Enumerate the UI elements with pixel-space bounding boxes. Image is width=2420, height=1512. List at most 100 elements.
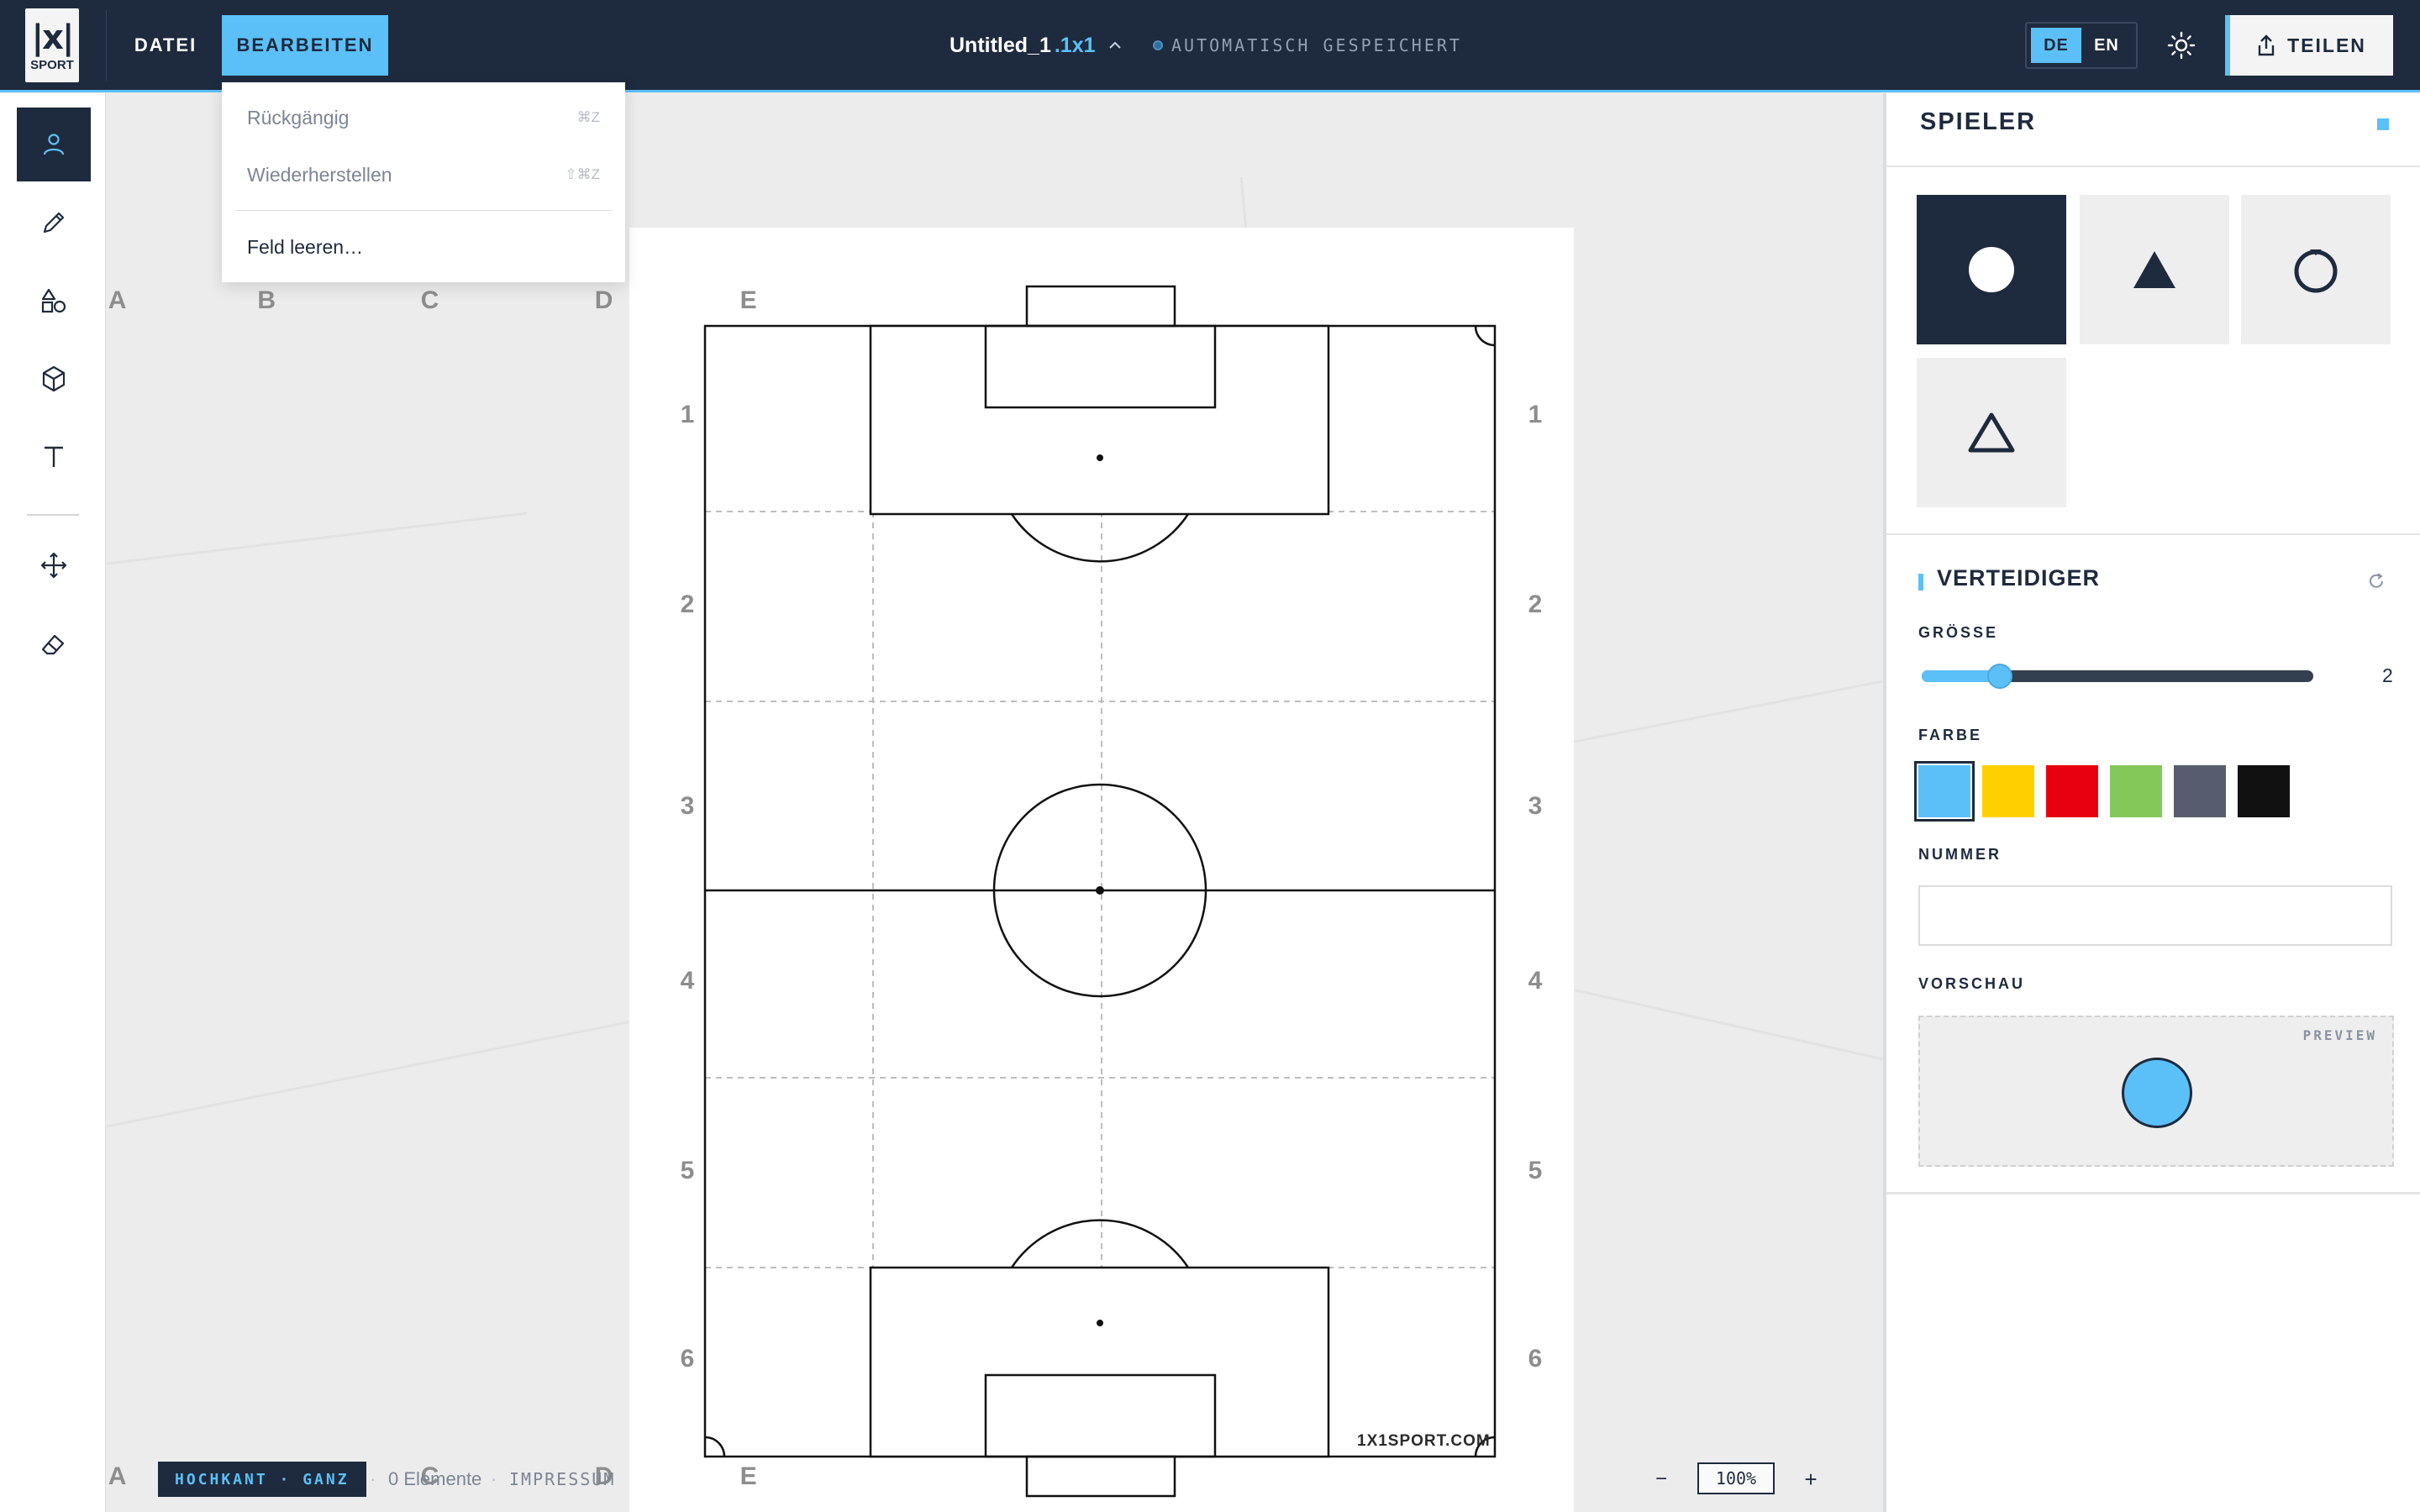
pitch-sheet: AABBCCDDEE112233445566 1X1SPORT.COM: [108, 228, 1574, 1512]
pitch-column-label: B: [257, 286, 276, 314]
color-swatch[interactable]: [2110, 765, 2162, 817]
undo-shortcut: ⌘Z: [576, 109, 600, 125]
top-bar: |x| SPORT DATEI BEARBEITEN Untitled_1 .1…: [0, 0, 2420, 92]
shapes-icon: [41, 288, 66, 313]
zoom-in-button[interactable]: +: [1798, 1462, 1823, 1497]
panel-title: SPIELER: [1920, 108, 2037, 135]
menu-item-undo[interactable]: Rückgängig ⌘Z: [222, 92, 625, 143]
redo-label: Wiederherstellen: [247, 163, 392, 186]
pencil-icon: [43, 212, 65, 234]
pitch-drawing: [703, 285, 1497, 1498]
menu-edit[interactable]: BEARBEITEN: [222, 15, 388, 76]
logo-mark: |x|: [31, 18, 74, 57]
menu-file[interactable]: DATEI: [126, 15, 205, 76]
document-title[interactable]: Untitled_1 .1x1: [950, 0, 1123, 91]
pitch-row-label: 4: [1528, 966, 1543, 995]
preview-tag: PREVIEW: [2302, 1027, 2377, 1043]
panel-header: SPIELER: [1886, 93, 2420, 167]
refresh-icon[interactable]: [2365, 570, 2387, 592]
cube-icon: [42, 365, 66, 392]
autosave-label: AUTOMATISCH GESPEICHERT: [1171, 35, 1462, 55]
lang-en-button[interactable]: EN: [2081, 28, 2132, 63]
document-extension: .1x1: [1054, 33, 1096, 57]
size-label: GRÖSSE: [1918, 624, 1999, 641]
canvas-area[interactable]: AABBCCDDEE112233445566 1X1SPORT.COM: [107, 93, 1883, 1512]
shape-outline-triangle[interactable]: [1917, 358, 2066, 507]
tool-move[interactable]: [17, 528, 91, 602]
redo-shortcut: ⇧⌘Z: [565, 166, 600, 182]
tool-text[interactable]: [17, 420, 91, 494]
pitch-column-label: D: [594, 286, 613, 314]
panel-indicator: [2377, 118, 2389, 130]
size-value: 2: [2382, 664, 2393, 686]
pitch-column-label: A: [108, 1462, 127, 1490]
zoom-out-button[interactable]: −: [1649, 1462, 1674, 1497]
filled-triangle-icon: [2133, 251, 2175, 288]
size-slider-handle[interactable]: [1987, 664, 2013, 689]
view-mode-badge[interactable]: HOCHKANT · GANZ: [158, 1462, 366, 1497]
pitch-row-label: 3: [680, 791, 695, 820]
pitch-column-label: E: [739, 286, 757, 314]
pitch-row-label: 4: [680, 966, 695, 995]
document-name: Untitled_1: [950, 33, 1051, 57]
tool-shapes[interactable]: [17, 264, 91, 338]
move-icon: [40, 552, 67, 579]
tool-draw[interactable]: [17, 186, 91, 260]
shape-filled-triangle[interactable]: [2080, 195, 2229, 344]
undo-label: Rückgängig: [247, 106, 350, 129]
color-swatch[interactable]: [2238, 765, 2290, 817]
section-marker: [1918, 574, 1923, 591]
menu-item-clear-field[interactable]: Feld leeren…: [222, 222, 625, 272]
lang-de-button[interactable]: DE: [2031, 28, 2081, 63]
pitch-row-label: 1: [1528, 401, 1543, 429]
shape-ring[interactable]: [2241, 195, 2391, 344]
pitch-column-label: E: [739, 1462, 757, 1490]
properties-panel: SPIELER VERTEIDIGER GRÖSSE 2 FARBE NUMME…: [1883, 93, 2420, 1512]
player-icon: [43, 134, 65, 155]
sun-icon[interactable]: [2165, 29, 2198, 62]
text-icon: [45, 446, 63, 467]
section-title: VERTEIDIGER: [1937, 565, 2101, 591]
ring-icon: [2294, 249, 2338, 293]
preview-box: PREVIEW: [1918, 1016, 2394, 1167]
preview-player-marker: [2122, 1058, 2192, 1128]
tool-erase[interactable]: [17, 606, 91, 680]
left-toolbar: [0, 93, 106, 1512]
color-swatch[interactable]: [1914, 761, 1975, 822]
pitch-row-label: 3: [1528, 791, 1543, 820]
size-slider[interactable]: [1922, 664, 2313, 689]
edit-menu-dropdown: Rückgängig ⌘Z Wiederherstellen ⇧⌘Z Feld …: [222, 82, 625, 282]
share-button[interactable]: TEILEN: [2225, 15, 2393, 76]
autosave-status: AUTOMATISCH GESPEICHERT: [1153, 0, 1462, 91]
status-separator: ·: [491, 1468, 497, 1489]
share-icon: [2258, 34, 2275, 56]
tool-player[interactable]: [17, 108, 91, 181]
pitch-row-label: 2: [680, 591, 695, 619]
color-swatch[interactable]: [2174, 765, 2226, 817]
pitch-row-label: 5: [680, 1156, 695, 1184]
clear-field-label: Feld leeren…: [247, 235, 364, 258]
outline-triangle-icon: [1968, 412, 2015, 453]
pitch-row-label: 5: [1528, 1156, 1543, 1184]
color-swatch[interactable]: [1982, 765, 2034, 817]
menu-divider: [235, 210, 612, 211]
header-divider: [106, 10, 107, 81]
pitch-column-label: A: [108, 286, 127, 314]
tool-3d-objects[interactable]: [17, 342, 91, 416]
number-input[interactable]: [1918, 885, 2392, 946]
pitch-column-label: C: [420, 286, 439, 314]
eraser-icon: [41, 634, 65, 655]
logo-word: SPORT: [30, 57, 74, 72]
app-logo[interactable]: |x| SPORT: [25, 8, 79, 82]
shape-filled-circle[interactable]: [1917, 195, 2066, 344]
pitch-row-label: 6: [680, 1345, 695, 1373]
number-label: NUMMER: [1918, 846, 2002, 863]
color-label: FARBE: [1918, 727, 1983, 743]
element-count: 0 Elemente: [388, 1468, 482, 1489]
imprint-link[interactable]: IMPRESSUM: [509, 1462, 615, 1497]
menu-item-redo[interactable]: Wiederherstellen ⇧⌘Z: [222, 150, 625, 200]
zoom-level[interactable]: 100%: [1697, 1462, 1775, 1494]
color-swatch[interactable]: [2046, 765, 2098, 817]
share-label: TEILEN: [2287, 34, 2366, 56]
language-switch: DE EN: [2025, 22, 2138, 69]
